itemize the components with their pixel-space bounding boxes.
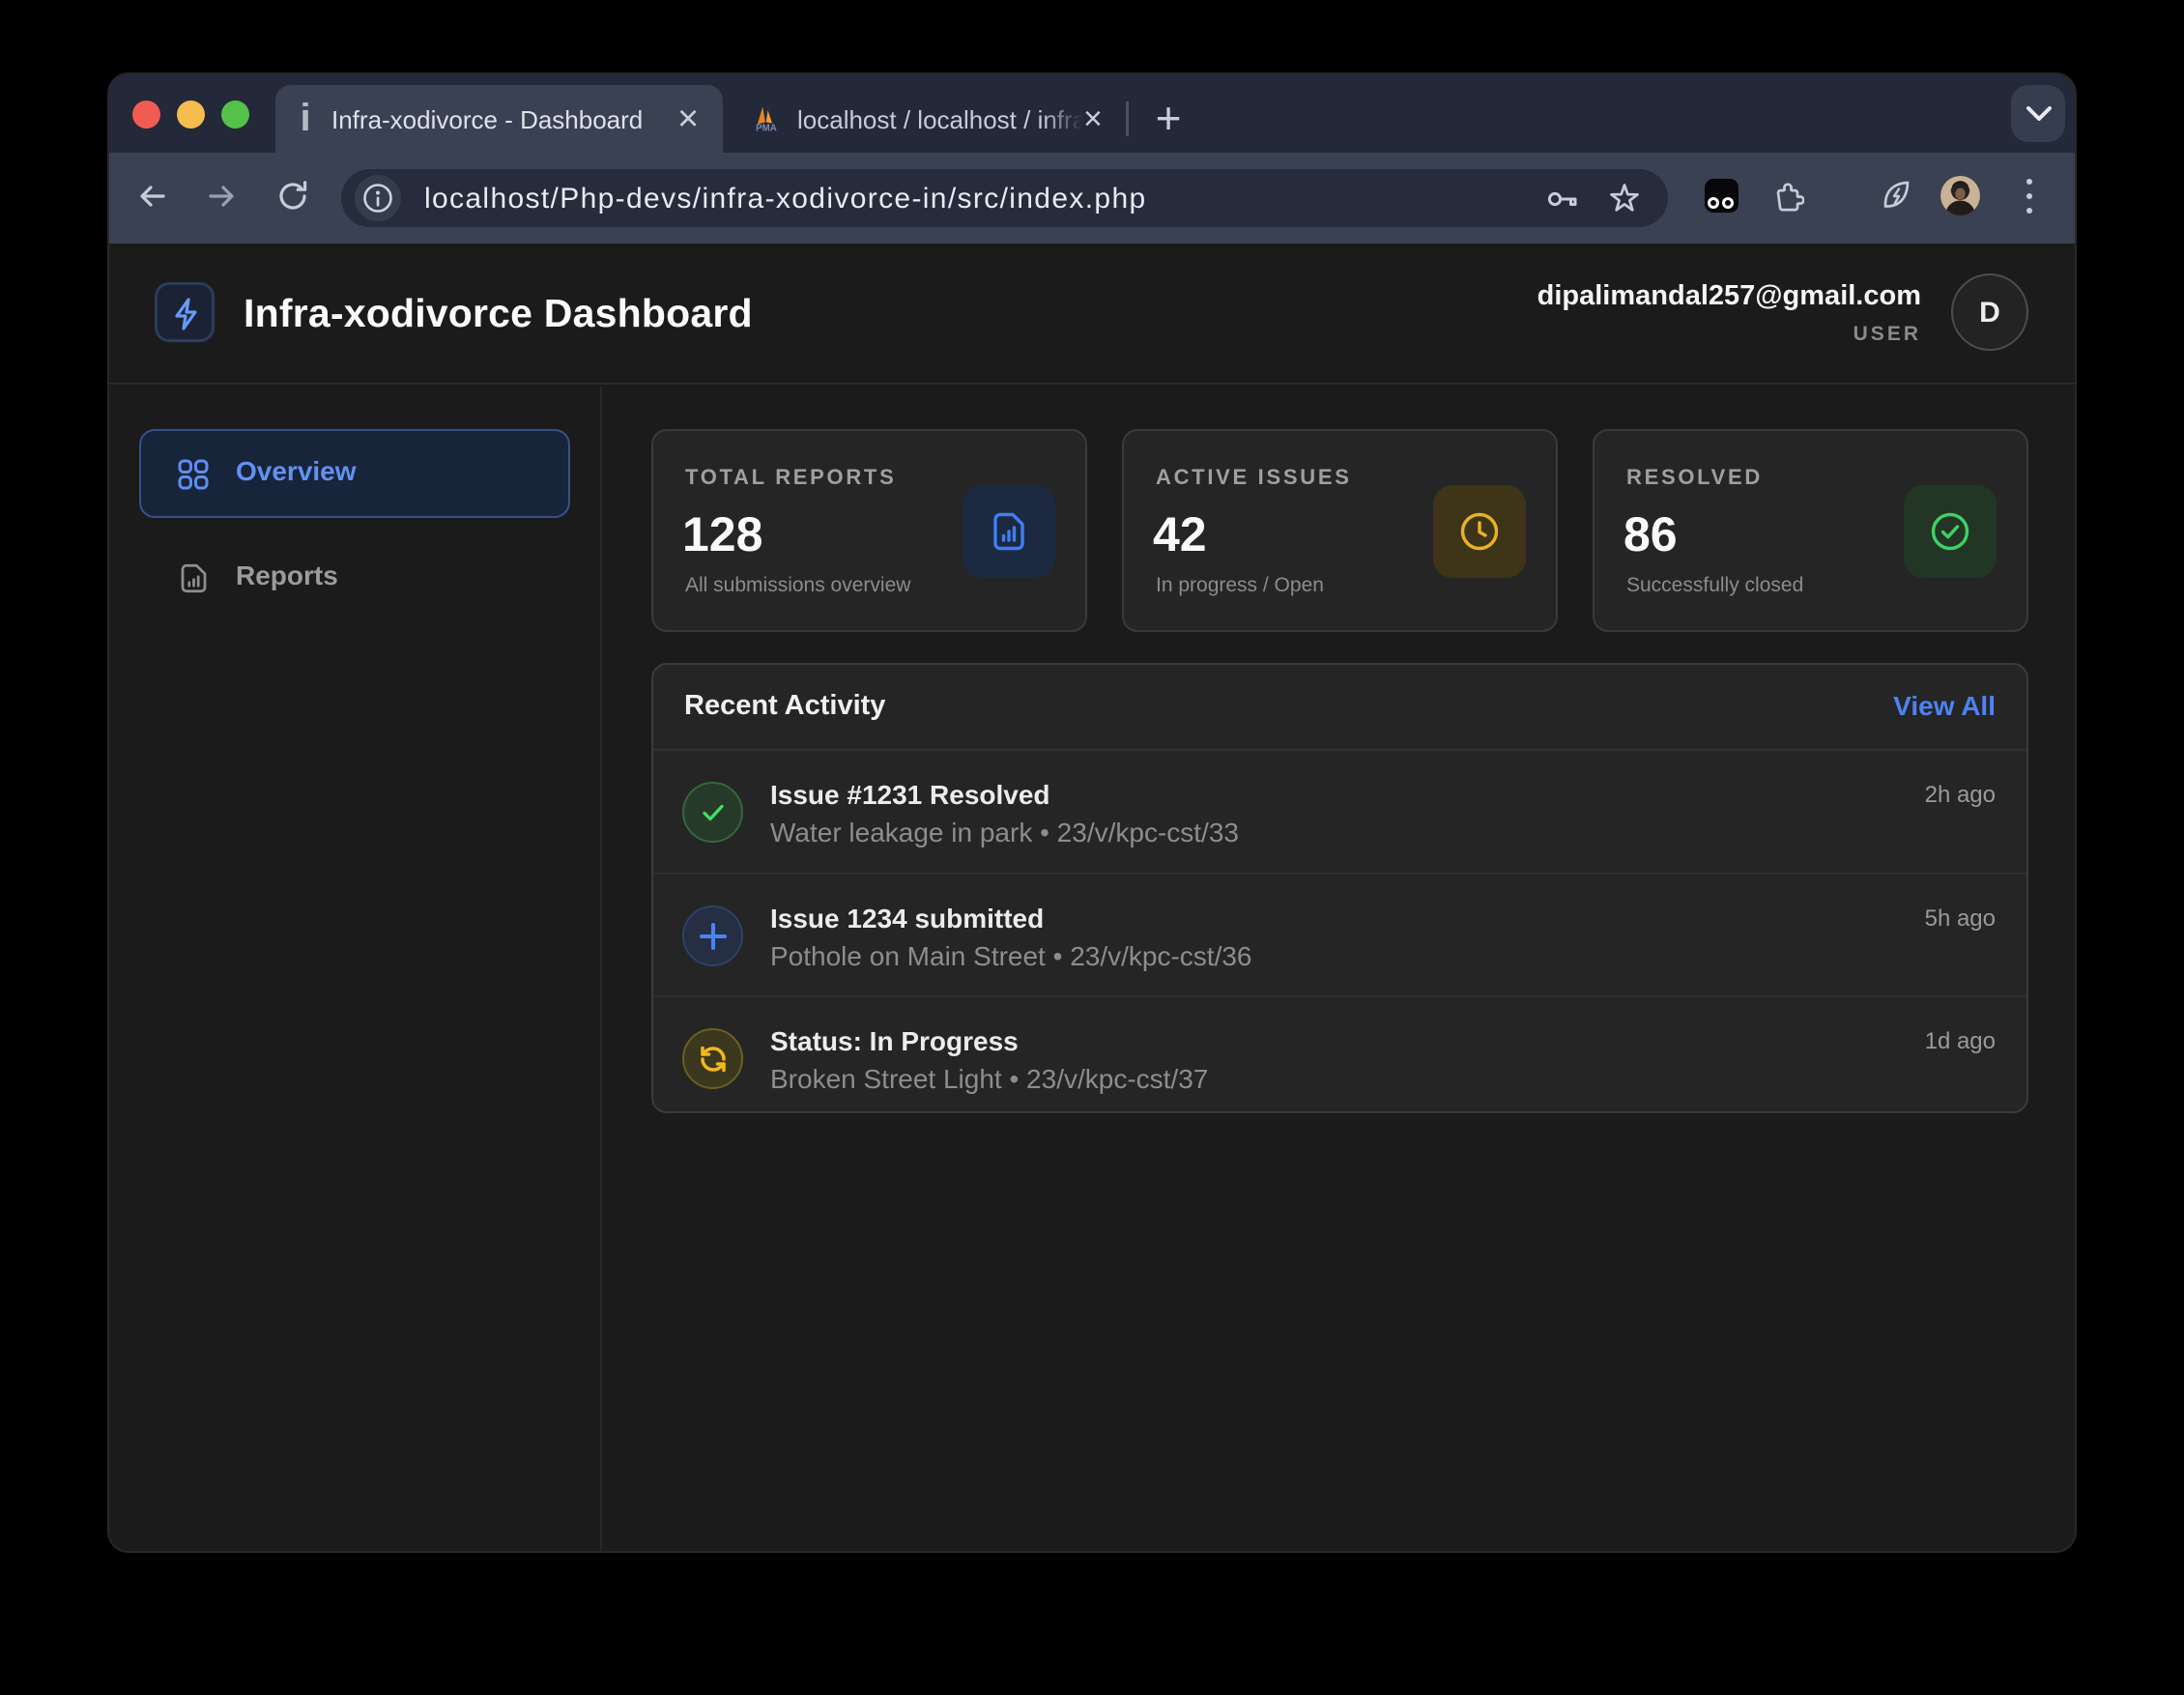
svg-text:PMA: PMA (756, 123, 777, 133)
